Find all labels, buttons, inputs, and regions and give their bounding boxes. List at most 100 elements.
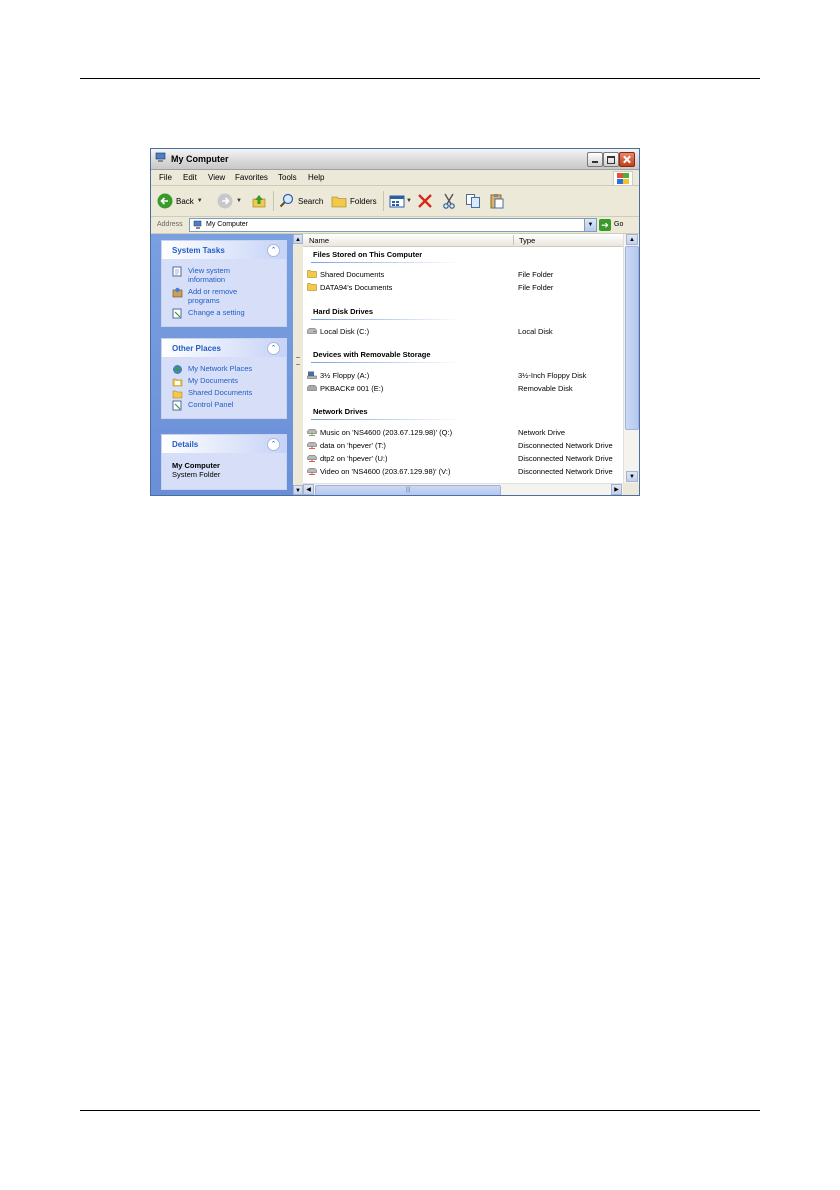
group-title: Files Stored on This Computer	[313, 250, 423, 259]
floppy-drive-icon	[307, 371, 317, 379]
forward-button[interactable]: ▼	[217, 192, 242, 210]
cut-button[interactable]	[441, 192, 457, 210]
up-folder-button[interactable]	[251, 192, 267, 210]
place-my-documents[interactable]: My Documents	[162, 376, 286, 387]
place-my-network-places[interactable]: My Network Places	[162, 364, 286, 374]
scroll-down-icon[interactable]: ▼	[626, 471, 638, 482]
column-name-header[interactable]: Name	[309, 236, 329, 245]
list-item[interactable]: data on 'hpever' (T:) Disconnected Netwo…	[307, 440, 623, 451]
group-title: Devices with Removable Storage	[313, 350, 431, 359]
address-field[interactable]: My Computer ▼	[189, 218, 597, 232]
splitter-grip[interactable]	[296, 357, 300, 365]
list-item[interactable]: Music on 'NS4600 (203.67.129.98)' (Q:) N…	[307, 427, 623, 438]
folders-button[interactable]: Folders	[331, 192, 377, 210]
scissors-icon	[443, 193, 455, 209]
menu-bar: File Edit View Favorites Tools Help	[151, 170, 639, 186]
system-tasks-header[interactable]: System Tasks ⌃	[162, 241, 286, 259]
details-item-type: System Folder	[172, 470, 221, 479]
hard-disk-icon	[307, 328, 317, 334]
column-divider[interactable]	[513, 235, 514, 245]
system-tasks-title: System Tasks	[172, 246, 225, 255]
list-item[interactable]: DATA94's Documents File Folder	[307, 282, 623, 293]
horizontal-scrollbar[interactable]: ◀ ||| ▶	[303, 483, 623, 495]
list-item[interactable]: Local Disk (C:) Local Disk	[307, 326, 623, 337]
list-item[interactable]: PKBACK# 001 (E:) Removable Disk	[307, 383, 623, 394]
folder-icon	[307, 270, 317, 278]
forward-arrow-icon	[217, 193, 233, 209]
copy-button[interactable]	[465, 192, 481, 210]
menu-favorites[interactable]: Favorites	[235, 173, 268, 182]
column-type-header[interactable]: Type	[519, 236, 535, 245]
windows-logo-icon	[613, 171, 633, 186]
pane-splitter[interactable]: ▲ ▼	[293, 234, 303, 495]
address-dropdown-chevron-icon[interactable]: ▼	[584, 219, 596, 231]
task-add-remove-programs[interactable]: Add or remove programs	[162, 287, 248, 305]
copy-icon	[466, 194, 480, 208]
task-view-system-information[interactable]: View system information	[162, 266, 248, 284]
scroll-down-icon[interactable]: ▼	[293, 485, 303, 495]
title-bar[interactable]: My Computer	[151, 149, 639, 170]
place-shared-documents[interactable]: Shared Documents	[162, 388, 286, 399]
network-places-icon	[173, 365, 182, 374]
scroll-up-icon[interactable]: ▲	[293, 234, 303, 244]
chevron-down-icon[interactable]: ▼	[197, 198, 203, 204]
vertical-scrollbar[interactable]: ▲ ▼	[623, 234, 639, 483]
minimize-button[interactable]	[587, 152, 603, 167]
delete-button[interactable]	[417, 192, 433, 210]
collapse-icon[interactable]: ⌃	[267, 244, 280, 257]
go-label[interactable]: Go	[614, 221, 623, 228]
scroll-left-icon[interactable]: ◀	[303, 484, 314, 495]
header-rule	[80, 78, 760, 79]
menu-tools[interactable]: Tools	[278, 173, 297, 182]
back-label: Back	[176, 196, 194, 206]
place-control-panel[interactable]: Control Panel	[162, 400, 286, 411]
other-places-title: Other Places	[172, 344, 221, 353]
chevron-down-icon[interactable]: ▼	[236, 198, 242, 204]
details-header[interactable]: Details ⌃	[162, 435, 286, 453]
folder-icon	[307, 283, 317, 291]
vertical-scroll-thumb[interactable]	[625, 246, 639, 430]
column-header: Name Type	[303, 234, 623, 247]
place-label: Shared Documents	[188, 388, 253, 397]
item-name: dtp2 on 'hpever' (U:)	[320, 454, 388, 463]
views-button[interactable]: ▼	[389, 192, 412, 210]
my-documents-icon	[172, 378, 183, 387]
search-button[interactable]: Search	[279, 192, 323, 210]
list-item[interactable]: Video on 'NS4600 (203.67.129.98)' (V:) D…	[307, 466, 623, 477]
scroll-up-icon[interactable]: ▲	[626, 234, 638, 245]
details-title: Details	[172, 440, 199, 449]
control-panel-icon	[172, 400, 182, 411]
item-name: Video on 'NS4600 (203.67.129.98)' (V:)	[320, 467, 451, 476]
list-item[interactable]: dtp2 on 'hpever' (U:) Disconnected Netwo…	[307, 453, 623, 464]
collapse-icon[interactable]: ⌃	[267, 438, 280, 451]
horizontal-scroll-thumb[interactable]: |||	[315, 485, 501, 495]
delete-icon	[418, 194, 432, 208]
disconnected-network-drive-icon	[307, 455, 317, 462]
menu-file[interactable]: File	[159, 173, 172, 182]
address-value: My Computer	[206, 221, 249, 228]
disconnected-network-drive-icon	[307, 442, 317, 449]
place-label: My Network Places	[188, 364, 253, 373]
list-item[interactable]: Shared Documents File Folder	[307, 269, 623, 280]
folders-label: Folders	[350, 196, 377, 206]
task-pane: System Tasks ⌃ View system information A…	[151, 234, 293, 495]
item-name: Music on 'NS4600 (203.67.129.98)' (Q:)	[320, 428, 453, 437]
chevron-down-icon[interactable]: ▼	[406, 198, 412, 204]
collapse-icon[interactable]: ⌃	[267, 342, 280, 355]
task-change-a-setting[interactable]: Change a setting	[162, 308, 286, 319]
search-label: Search	[298, 196, 324, 206]
scroll-right-icon[interactable]: ▶	[611, 484, 622, 495]
other-places-header[interactable]: Other Places ⌃	[162, 339, 286, 357]
go-arrow-icon[interactable]: ➔	[599, 219, 611, 231]
maximize-button[interactable]	[603, 152, 619, 167]
menu-help[interactable]: Help	[308, 173, 324, 182]
paste-button[interactable]	[489, 192, 505, 210]
my-computer-window: My Computer File Edit View Favorites Too…	[150, 148, 640, 496]
item-type: Network Drive	[518, 428, 566, 437]
list-item[interactable]: 3½ Floppy (A:) 3½-Inch Floppy Disk	[307, 370, 623, 381]
menu-edit[interactable]: Edit	[183, 173, 197, 182]
menu-view[interactable]: View	[208, 173, 225, 182]
item-type: Disconnected Network Drive	[518, 467, 613, 476]
close-button[interactable]	[619, 152, 635, 167]
back-button[interactable]: Back ▼	[157, 192, 203, 210]
